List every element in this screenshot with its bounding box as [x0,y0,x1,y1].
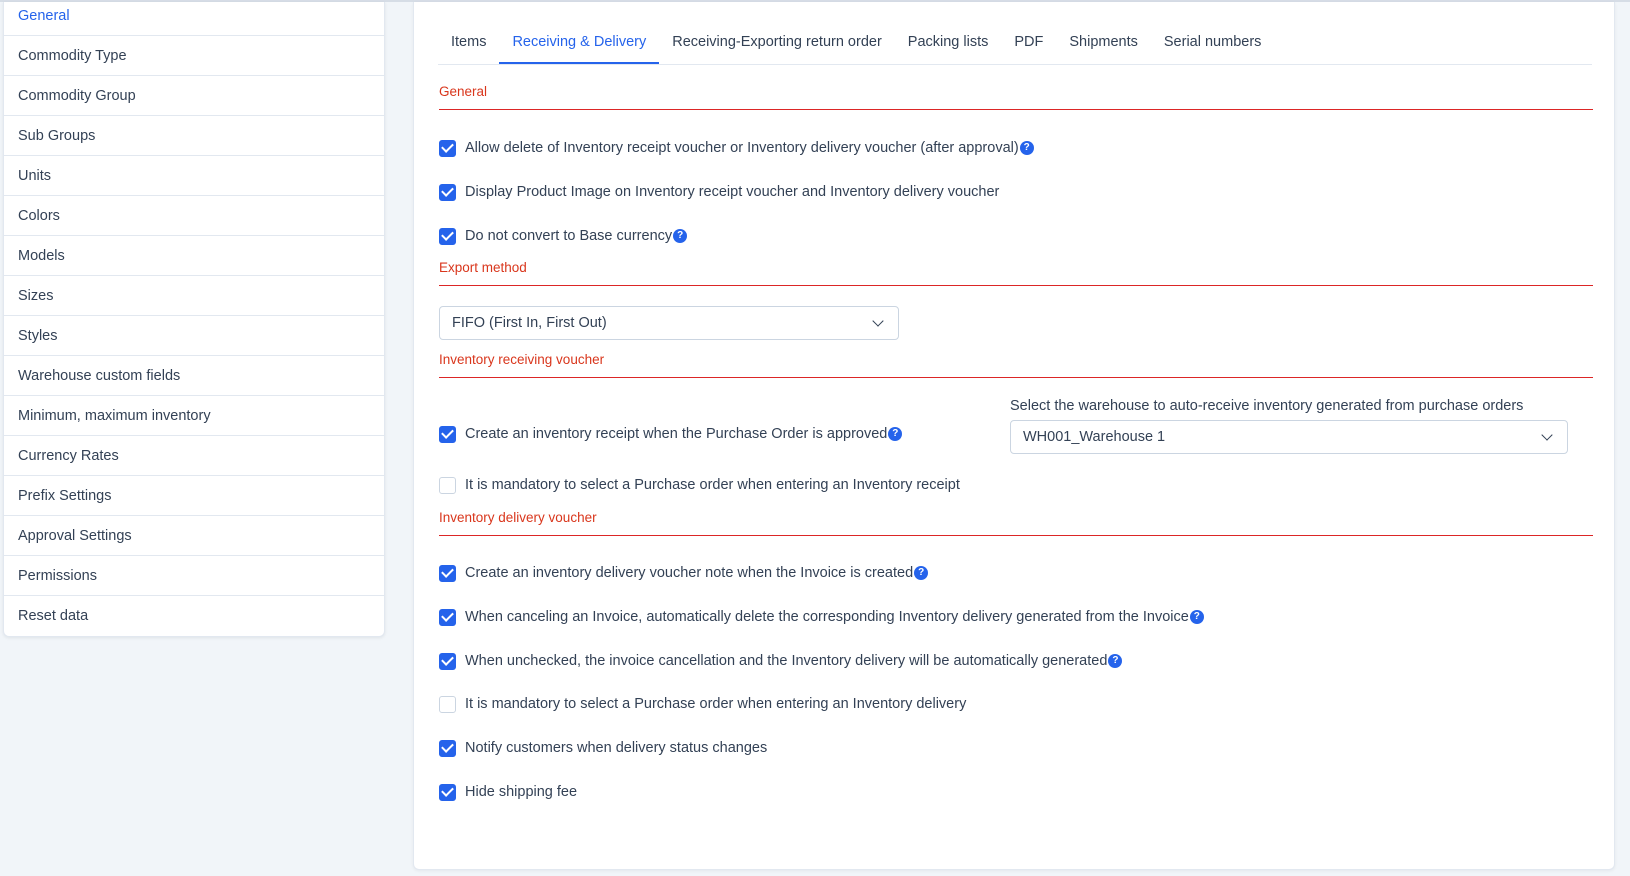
checkbox-notify-customers[interactable] [439,739,456,757]
option-notify-customers: Notify customers when delivery status ch… [439,737,767,759]
option-auto-delivery-on-invoice: Create an inventory delivery voucher not… [439,562,929,584]
checkbox-mandatory-po-receipt[interactable] [439,476,456,494]
checkbox-allow-delete-voucher[interactable] [439,139,456,157]
chevron-down-icon [872,315,884,327]
sidebar-item-min-max-inventory[interactable]: Minimum, maximum inventory [4,396,384,436]
checkbox-auto-receipt-on-po[interactable] [439,425,456,443]
option-label: When canceling an Invoice, automatically… [465,609,1189,625]
checkbox-auto-generate-cancellation[interactable] [439,652,456,670]
sidebar-item-commodity-type[interactable]: Commodity Type [4,36,384,76]
sidebar-item-approval-settings[interactable]: Approval Settings [4,516,384,556]
section-title-receiving-voucher: Inventory receiving voucher [439,352,1593,378]
tab-receiving-delivery[interactable]: Receiving & Delivery [499,27,660,64]
sidebar-item-sub-groups[interactable]: Sub Groups [4,116,384,156]
option-mandatory-po-delivery: It is mandatory to select a Purchase ord… [439,693,966,715]
sidebar-item-reset-data[interactable]: Reset data [4,596,384,636]
option-label: Do not convert to Base currency [465,228,673,244]
help-icon[interactable]: ? [1189,610,1204,624]
option-hide-shipping-fee: Hide shipping fee [439,781,577,803]
checkbox-delete-delivery-on-cancel[interactable] [439,608,456,626]
option-no-base-currency: Do not convert to Base currency ? [439,225,688,247]
section-title-delivery-voucher: Inventory delivery voucher [439,510,1593,536]
section-title-general: General [439,84,1593,110]
checkbox-no-base-currency[interactable] [439,227,456,245]
option-display-product-image: Display Product Image on Inventory recei… [439,181,999,203]
option-label: Display Product Image on Inventory recei… [465,184,1000,200]
checkbox-hide-shipping-fee[interactable] [439,783,456,801]
tab-serial-numbers[interactable]: Serial numbers [1151,27,1275,64]
option-delete-delivery-on-cancel: When canceling an Invoice, automatically… [439,606,1204,628]
sidebar-item-units[interactable]: Units [4,156,384,196]
section-title-export-method: Export method [439,260,1593,286]
sidebar-item-models[interactable]: Models [4,236,384,276]
option-auto-receipt-on-po: Create an inventory receipt when the Pur… [439,423,903,445]
checkbox-display-product-image[interactable] [439,183,456,201]
option-label: Create an inventory delivery voucher not… [465,565,914,581]
settings-panel: Items Receiving & Delivery Receiving-Exp… [413,2,1615,870]
tab-items[interactable]: Items [438,27,499,64]
option-label: Allow delete of Inventory receipt vouche… [465,140,1019,156]
sidebar-item-warehouse-custom-fields[interactable]: Warehouse custom fields [4,356,384,396]
option-label: It is mandatory to select a Purchase ord… [465,477,960,493]
tab-receiving-exporting-return-order[interactable]: Receiving-Exporting return order [659,27,895,64]
option-mandatory-po-receipt: It is mandatory to select a Purchase ord… [439,474,960,496]
sidebar-item-colors[interactable]: Colors [4,196,384,236]
option-label: Create an inventory receipt when the Pur… [465,426,888,442]
option-label: When unchecked, the invoice cancellation… [465,653,1108,669]
sidebar-item-styles[interactable]: Styles [4,316,384,356]
sidebar-item-permissions[interactable]: Permissions [4,556,384,596]
export-method-select[interactable]: FIFO (First In, First Out) [439,306,899,340]
sidebar-item-sizes[interactable]: Sizes [4,276,384,316]
sidebar-item-commodity-group[interactable]: Commodity Group [4,76,384,116]
help-icon[interactable]: ? [1108,654,1123,668]
help-icon[interactable]: ? [1019,141,1034,155]
export-method-value: FIFO (First In, First Out) [452,315,607,331]
tab-shipments[interactable]: Shipments [1056,27,1151,64]
chevron-down-icon [1541,429,1553,441]
sidebar-item-currency-rates[interactable]: Currency Rates [4,436,384,476]
sidebar-item-prefix-settings[interactable]: Prefix Settings [4,476,384,516]
help-icon[interactable]: ? [888,427,903,441]
option-label: Hide shipping fee [465,784,578,800]
option-label: Notify customers when delivery status ch… [465,740,768,756]
option-allow-delete-voucher: Allow delete of Inventory receipt vouche… [439,137,1034,159]
help-icon[interactable]: ? [914,566,929,580]
tab-pdf[interactable]: PDF [1001,27,1056,64]
sidebar-item-general[interactable]: General [4,2,384,36]
help-icon[interactable]: ? [673,229,688,243]
checkbox-auto-delivery-on-invoice[interactable] [439,564,456,582]
option-label: It is mandatory to select a Purchase ord… [465,696,967,712]
warehouse-select-label: Select the warehouse to auto-receive inv… [1010,398,1524,414]
warehouse-select[interactable]: WH001_Warehouse 1 [1010,420,1568,454]
settings-sidebar: General Commodity Type Commodity Group S… [3,2,385,637]
checkbox-mandatory-po-delivery[interactable] [439,695,456,713]
warehouse-value: WH001_Warehouse 1 [1023,429,1166,445]
settings-tabs: Items Receiving & Delivery Receiving-Exp… [438,27,1592,65]
tab-packing-lists[interactable]: Packing lists [895,27,1002,64]
option-auto-generate-cancellation: When unchecked, the invoice cancellation… [439,650,1123,672]
